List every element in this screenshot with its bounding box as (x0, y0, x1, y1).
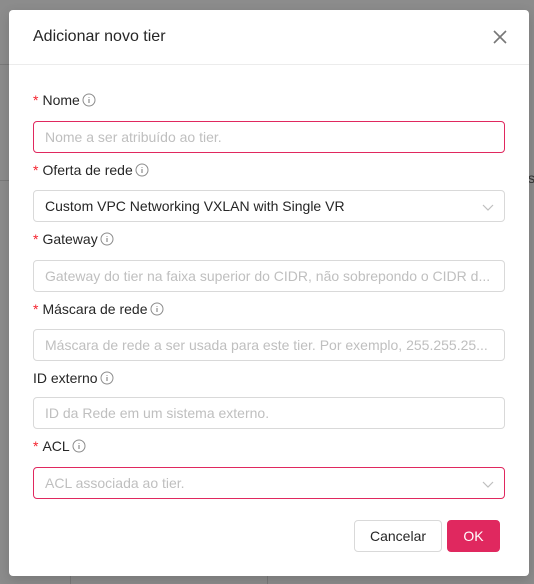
field-label-network-offering: Oferta de rede (42, 162, 133, 178)
network-offering-select[interactable]: Custom VPC Networking VXLAN with Single … (33, 190, 505, 222)
field-label-gateway: Gateway (42, 231, 98, 247)
add-tier-dialog: Adicionar novo tier * Nome * Oferta de r… (9, 10, 529, 576)
required-mark: * (33, 438, 39, 454)
info-icon[interactable] (135, 163, 149, 177)
info-icon[interactable] (150, 302, 164, 316)
ok-button[interactable]: OK (447, 520, 500, 552)
required-mark: * (33, 92, 39, 108)
netmask-input[interactable] (33, 329, 505, 361)
required-mark: * (33, 231, 39, 247)
background-panel-bottom (70, 576, 268, 584)
field-gateway: * Gateway (33, 229, 505, 249)
external-id-input[interactable] (33, 397, 505, 429)
acl-placeholder: ACL associada ao tier. (45, 475, 185, 491)
info-icon[interactable] (72, 439, 86, 453)
cancel-button[interactable]: Cancelar (354, 520, 442, 552)
field-nome: * Nome (33, 90, 505, 110)
field-network-offering: * Oferta de rede (33, 160, 505, 180)
network-offering-value: Custom VPC Networking VXLAN with Single … (45, 198, 345, 214)
background-divider-top (0, 64, 9, 65)
info-icon[interactable] (100, 371, 114, 385)
chevron-down-icon (482, 481, 494, 488)
required-mark: * (33, 162, 39, 178)
field-label-netmask: Máscara de rede (42, 301, 148, 317)
close-icon[interactable] (491, 28, 509, 46)
chevron-down-icon (482, 204, 494, 211)
field-label-nome: Nome (42, 92, 80, 108)
field-netmask: * Máscara de rede (33, 299, 505, 319)
field-label-acl: ACL (42, 438, 70, 454)
dialog-title: Adicionar novo tier (33, 28, 166, 45)
dialog-header: Adicionar novo tier (9, 10, 529, 65)
gateway-input[interactable] (33, 260, 505, 292)
name-input[interactable] (33, 121, 505, 153)
field-acl: * ACL (33, 436, 505, 456)
acl-select[interactable]: ACL associada ao tier. (33, 467, 505, 499)
required-mark: * (33, 301, 39, 317)
field-external-id: ID externo (33, 368, 505, 388)
info-icon[interactable] (82, 93, 96, 107)
field-label-external-id: ID externo (33, 370, 98, 386)
info-icon[interactable] (100, 232, 114, 246)
background-divider-mid (0, 180, 9, 181)
